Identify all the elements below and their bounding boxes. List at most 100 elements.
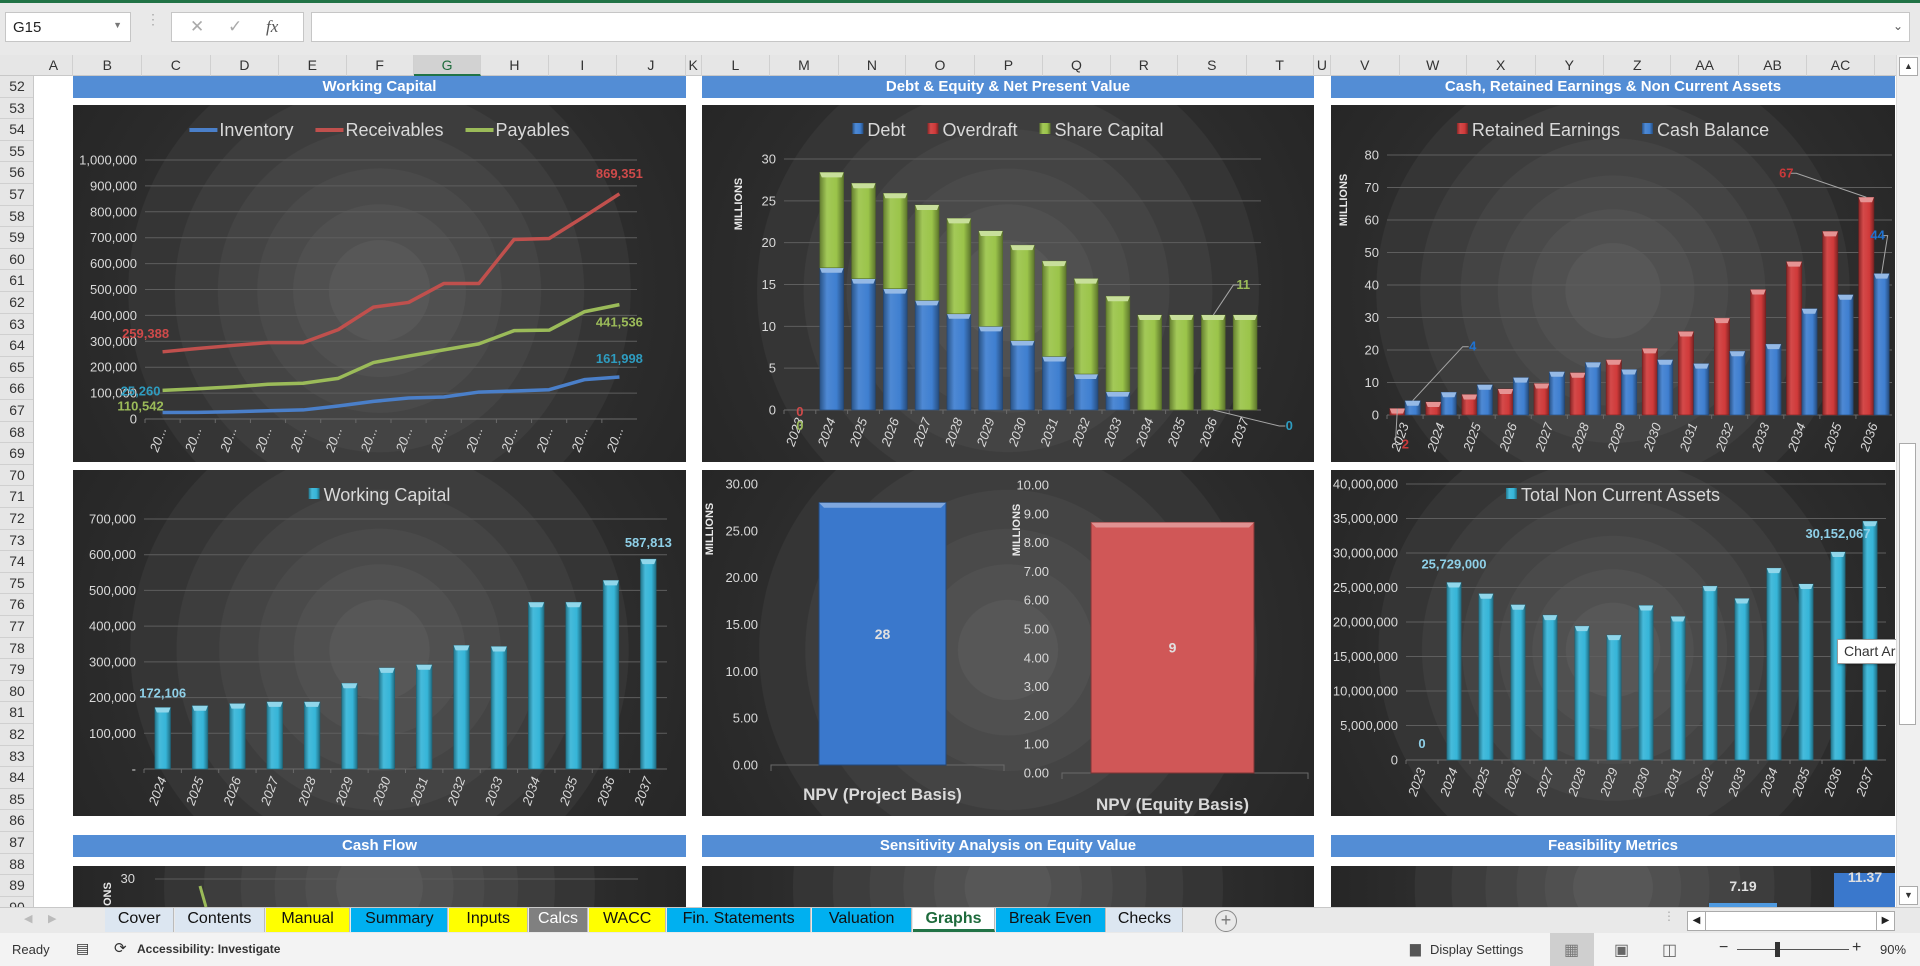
bar-retained-earnings[interactable]	[1677, 331, 1694, 416]
column-header-e[interactable]: E	[279, 55, 347, 76]
bar-cash-balance[interactable]	[1765, 343, 1782, 416]
bar-working-capital[interactable]	[490, 646, 508, 770]
row-header[interactable]: 62	[0, 292, 33, 314]
column-header-s[interactable]: S	[1178, 55, 1247, 76]
row-header[interactable]: 69	[0, 443, 33, 465]
zoom-out-button[interactable]: −	[1719, 939, 1728, 957]
row-header[interactable]: 63	[0, 314, 33, 336]
row-header[interactable]: 89	[0, 875, 33, 897]
bar-working-capital[interactable]	[565, 601, 582, 770]
bar-cash-balance[interactable]	[1873, 273, 1890, 416]
row-header[interactable]: 64	[0, 335, 33, 357]
add-sheet-icon[interactable]: +	[1215, 910, 1237, 932]
bar-retained-earnings[interactable]	[1822, 231, 1839, 416]
bar-debt[interactable]	[851, 278, 876, 411]
accessibility-checker[interactable]: Accessibility: Investigate	[137, 942, 280, 956]
bar-total-non-current-assets[interactable]	[1510, 604, 1526, 761]
legend-item-share-capital[interactable]: Share Capital	[1039, 120, 1164, 140]
bar-working-capital[interactable]	[303, 701, 321, 770]
bar-retained-earnings[interactable]	[1569, 372, 1586, 416]
next-sheet-icon[interactable]: ▶	[48, 912, 56, 925]
row-header[interactable]: 82	[0, 724, 33, 746]
bar-share-capital[interactable]	[914, 204, 940, 301]
legend-item-payables[interactable]: Payables	[465, 120, 570, 140]
row-header[interactable]: 53	[0, 98, 33, 120]
sheet-tab-valuation[interactable]: Valuation	[811, 908, 913, 932]
row-header[interactable]: 55	[0, 141, 33, 163]
column-header-ac[interactable]: AC	[1807, 55, 1875, 76]
column-header-g[interactable]: G	[413, 55, 482, 76]
bar-working-capital[interactable]	[341, 682, 358, 770]
row-header[interactable]: 90	[0, 897, 33, 907]
bar-share-capital[interactable]	[946, 218, 972, 315]
column-header-y[interactable]: Y	[1536, 55, 1605, 76]
formula-bar-grip-icon[interactable]: ⋮	[146, 12, 160, 38]
macro-recording-icon[interactable]: ▤	[76, 940, 89, 957]
bar-debt[interactable]	[1073, 373, 1099, 411]
row-header[interactable]: 58	[0, 206, 33, 228]
bar-cash-balance[interactable]	[1549, 371, 1565, 416]
bar-cash-balance[interactable]	[1801, 308, 1818, 416]
bar-cash-balance[interactable]	[1621, 369, 1638, 416]
row-header[interactable]: 83	[0, 746, 33, 768]
legend-item-overdraft[interactable]: Overdraft	[927, 120, 1017, 140]
bar-cash-balance[interactable]	[1729, 351, 1746, 416]
legend-item-receivables[interactable]: Receivables	[315, 120, 444, 140]
legend-item-total-non-current-assets[interactable]: Total Non Current Assets	[1505, 485, 1720, 505]
row-header[interactable]: 71	[0, 486, 33, 508]
bar-cash-balance[interactable]	[1657, 359, 1674, 416]
scroll-up-icon[interactable]: ▲	[1899, 57, 1918, 76]
debt-equity-chart[interactable]: 0 5 10 15 20 25 30 2023 2024 2025 2026 2027 2028 2029…	[702, 105, 1314, 462]
row-header[interactable]: 57	[0, 184, 33, 206]
sheet-tab-fin-statements[interactable]: Fin. Statements	[667, 908, 811, 932]
bar-working-capital[interactable]	[640, 558, 657, 770]
row-header[interactable]: 76	[0, 594, 33, 616]
sheet-tab-inputs[interactable]: Inputs	[449, 908, 528, 932]
non-current-assets-chart[interactable]: 0 5,000,000 10,000,000 15,000,000 20,000,000…	[1331, 470, 1895, 816]
bar-working-capital[interactable]	[378, 667, 395, 770]
legend-item-retained-earnings[interactable]: Retained Earnings	[1456, 120, 1620, 140]
bar-cash-balance[interactable]	[1512, 377, 1529, 416]
row-header[interactable]: 87	[0, 832, 33, 854]
bar-share-capital[interactable]	[978, 230, 1003, 327]
bar-share-capital[interactable]	[851, 182, 876, 279]
bar-total-non-current-assets[interactable]	[1478, 593, 1494, 761]
bar-share-capital[interactable]	[1042, 260, 1067, 357]
bar-working-capital[interactable]	[229, 703, 246, 770]
bar-debt[interactable]	[946, 313, 972, 411]
column-header-i[interactable]: I	[549, 55, 618, 76]
column-header-t[interactable]: T	[1247, 55, 1314, 76]
sheet-tab-cover[interactable]: Cover	[105, 908, 175, 932]
cash-retained-earnings-chart[interactable]: 0 10 20 30 40 50 60 70 80 2023 2024 2025 2026 2027 202…	[1331, 105, 1895, 462]
column-header-d[interactable]: D	[211, 55, 280, 76]
row-header[interactable]: 78	[0, 638, 33, 660]
column-header-z[interactable]: Z	[1604, 55, 1672, 76]
bar-working-capital[interactable]	[266, 701, 283, 770]
bar-retained-earnings[interactable]	[1750, 289, 1767, 416]
row-header[interactable]: 88	[0, 854, 33, 876]
column-header-o[interactable]: O	[906, 55, 975, 76]
row-header[interactable]: 80	[0, 681, 33, 703]
column-header-c[interactable]: C	[142, 55, 211, 76]
bar-working-capital[interactable]	[416, 664, 433, 770]
legend-item-cash-balance[interactable]: Cash Balance	[1642, 120, 1769, 140]
column-header-r[interactable]: R	[1111, 55, 1178, 76]
zoom-level[interactable]: 90%	[1880, 942, 1906, 957]
normal-view-button[interactable]: ▦	[1550, 933, 1594, 966]
npv-chart[interactable]: 0.00 5.00 10.00 15.00 20.00 25.00 30.00 28 NPV (…	[702, 470, 1314, 816]
row-header[interactable]: 68	[0, 422, 33, 444]
bar-debt[interactable]	[1105, 391, 1131, 411]
bar-total-non-current-assets[interactable]	[1574, 625, 1590, 761]
row-header[interactable]: 54	[0, 119, 33, 141]
sheet-tab-break-even[interactable]: Break Even	[995, 908, 1106, 932]
bar-total-non-current-assets[interactable]	[1638, 605, 1654, 761]
row-header[interactable]: 70	[0, 465, 33, 487]
display-settings-button[interactable]: Display Settings	[1430, 942, 1523, 957]
horizontal-scrollbar[interactable]: ◀ ▶	[1687, 911, 1895, 931]
npv-equity-chart[interactable]: 0.00 1.00 2.00 3.00 4.00 5.00 6.00 7.00 8.00 9.00…	[1011, 478, 1309, 815]
legend-item-inventory[interactable]: Inventory	[189, 120, 293, 140]
row-header[interactable]: 77	[0, 616, 33, 638]
bar-cash-balance[interactable]	[1476, 384, 1493, 416]
row-header[interactable]: 85	[0, 789, 33, 811]
sheet-tab-contents[interactable]: Contents	[175, 908, 265, 932]
